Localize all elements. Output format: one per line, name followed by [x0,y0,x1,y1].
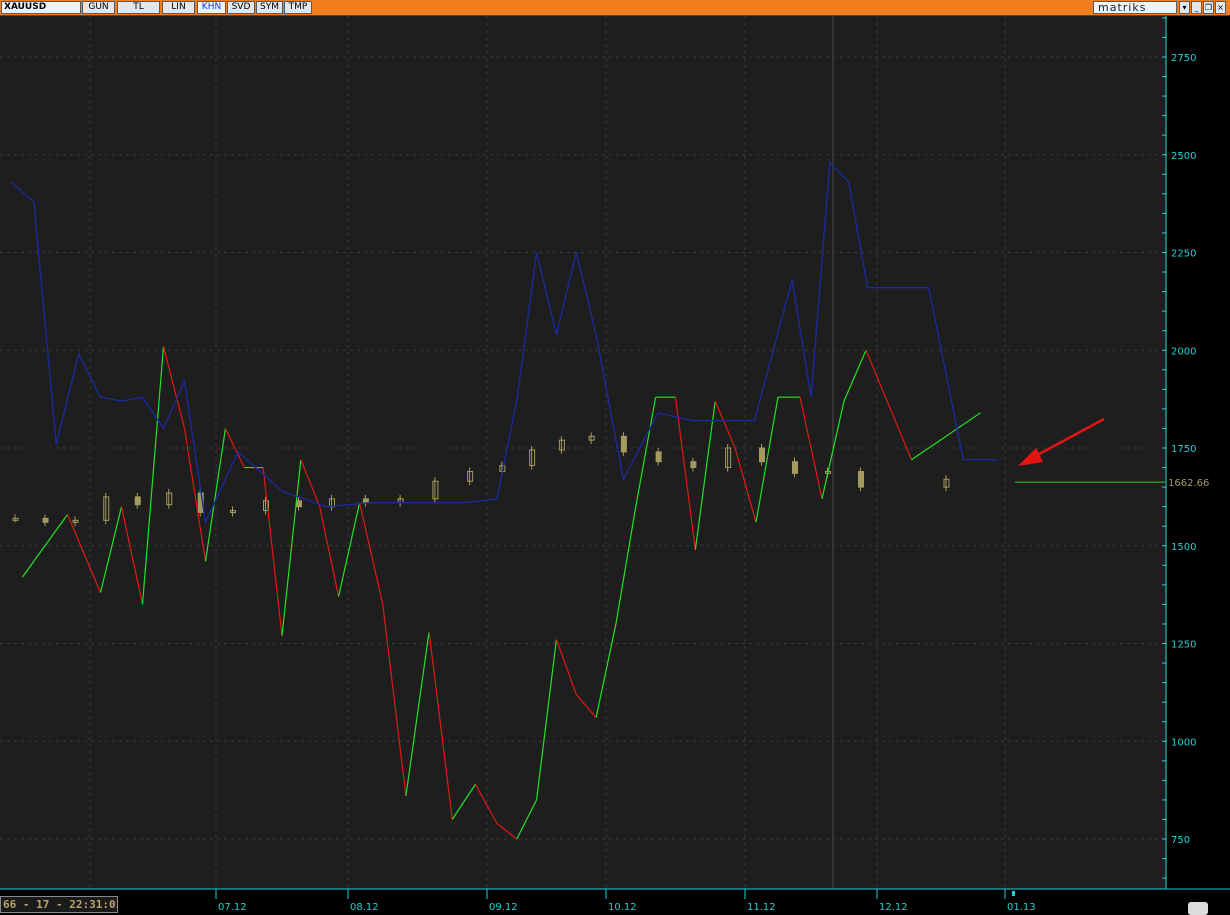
last-price-label: 1662.66 [1168,478,1209,489]
x-tick-label: 01.13 [1007,902,1036,913]
dropdown-icon[interactable]: ▾ [1179,1,1190,14]
plot-area [0,16,1167,889]
y-tick-label: 2000 [1171,346,1196,357]
svd-button[interactable]: SVD [227,1,255,14]
restore-icon[interactable]: ❐ [1203,1,1214,14]
y-tick-label: 2750 [1171,53,1196,64]
price-candle [362,498,369,504]
tl-button[interactable]: TL [117,1,160,14]
gun-button[interactable]: GUN [82,1,115,14]
price-candle [690,461,697,469]
x-tick-label: 10.12 [608,902,637,913]
price-candle [655,451,662,463]
khn-button[interactable]: KHN [197,1,226,14]
sym-button[interactable]: SYM [256,1,283,14]
price-candle [42,517,49,523]
tmp-button[interactable]: TMP [284,1,312,14]
price-candle [792,461,798,474]
price-chart[interactable]: 1662.66 750 1000 1250 1500 1750 2000 2250 2500 2… [0,16,1230,915]
lin-button[interactable]: LIN [162,1,195,14]
price-candle [296,500,302,508]
y-tick-label: 2250 [1171,249,1196,260]
x-tick-label: 09.12 [489,902,518,913]
x-tick-label: 12.12 [879,902,908,913]
price-candle [620,435,627,453]
y-tick-label: 1750 [1171,444,1196,455]
brand-logo: matriks [1093,1,1177,14]
y-tick-label: 2500 [1171,151,1196,162]
price-candle [134,496,141,506]
status-readout: 66 - 17 - 22:31:01 [0,896,118,913]
y-tick-label: 750 [1171,835,1190,846]
price-candle [858,470,864,488]
y-tick-label: 1000 [1171,737,1196,748]
y-tick-label: 1500 [1171,542,1196,553]
minimize-icon[interactable]: _ [1191,1,1202,14]
y-tick-label: 1250 [1171,640,1196,651]
refresh-icon[interactable] [1188,902,1208,915]
x-tick-label: 08.12 [350,902,379,913]
symbol-field[interactable]: XAUUSD [1,1,81,14]
chart-toolbar: XAUUSD GUN TL LIN KHN SVD SYM TMP matrik… [0,0,1230,16]
x-tick-label: 11.12 [747,902,776,913]
x-tick-label: 07.12 [218,902,247,913]
close-icon[interactable]: × [1215,1,1226,14]
price-candle [759,447,765,463]
x-current-marker [1012,891,1015,896]
